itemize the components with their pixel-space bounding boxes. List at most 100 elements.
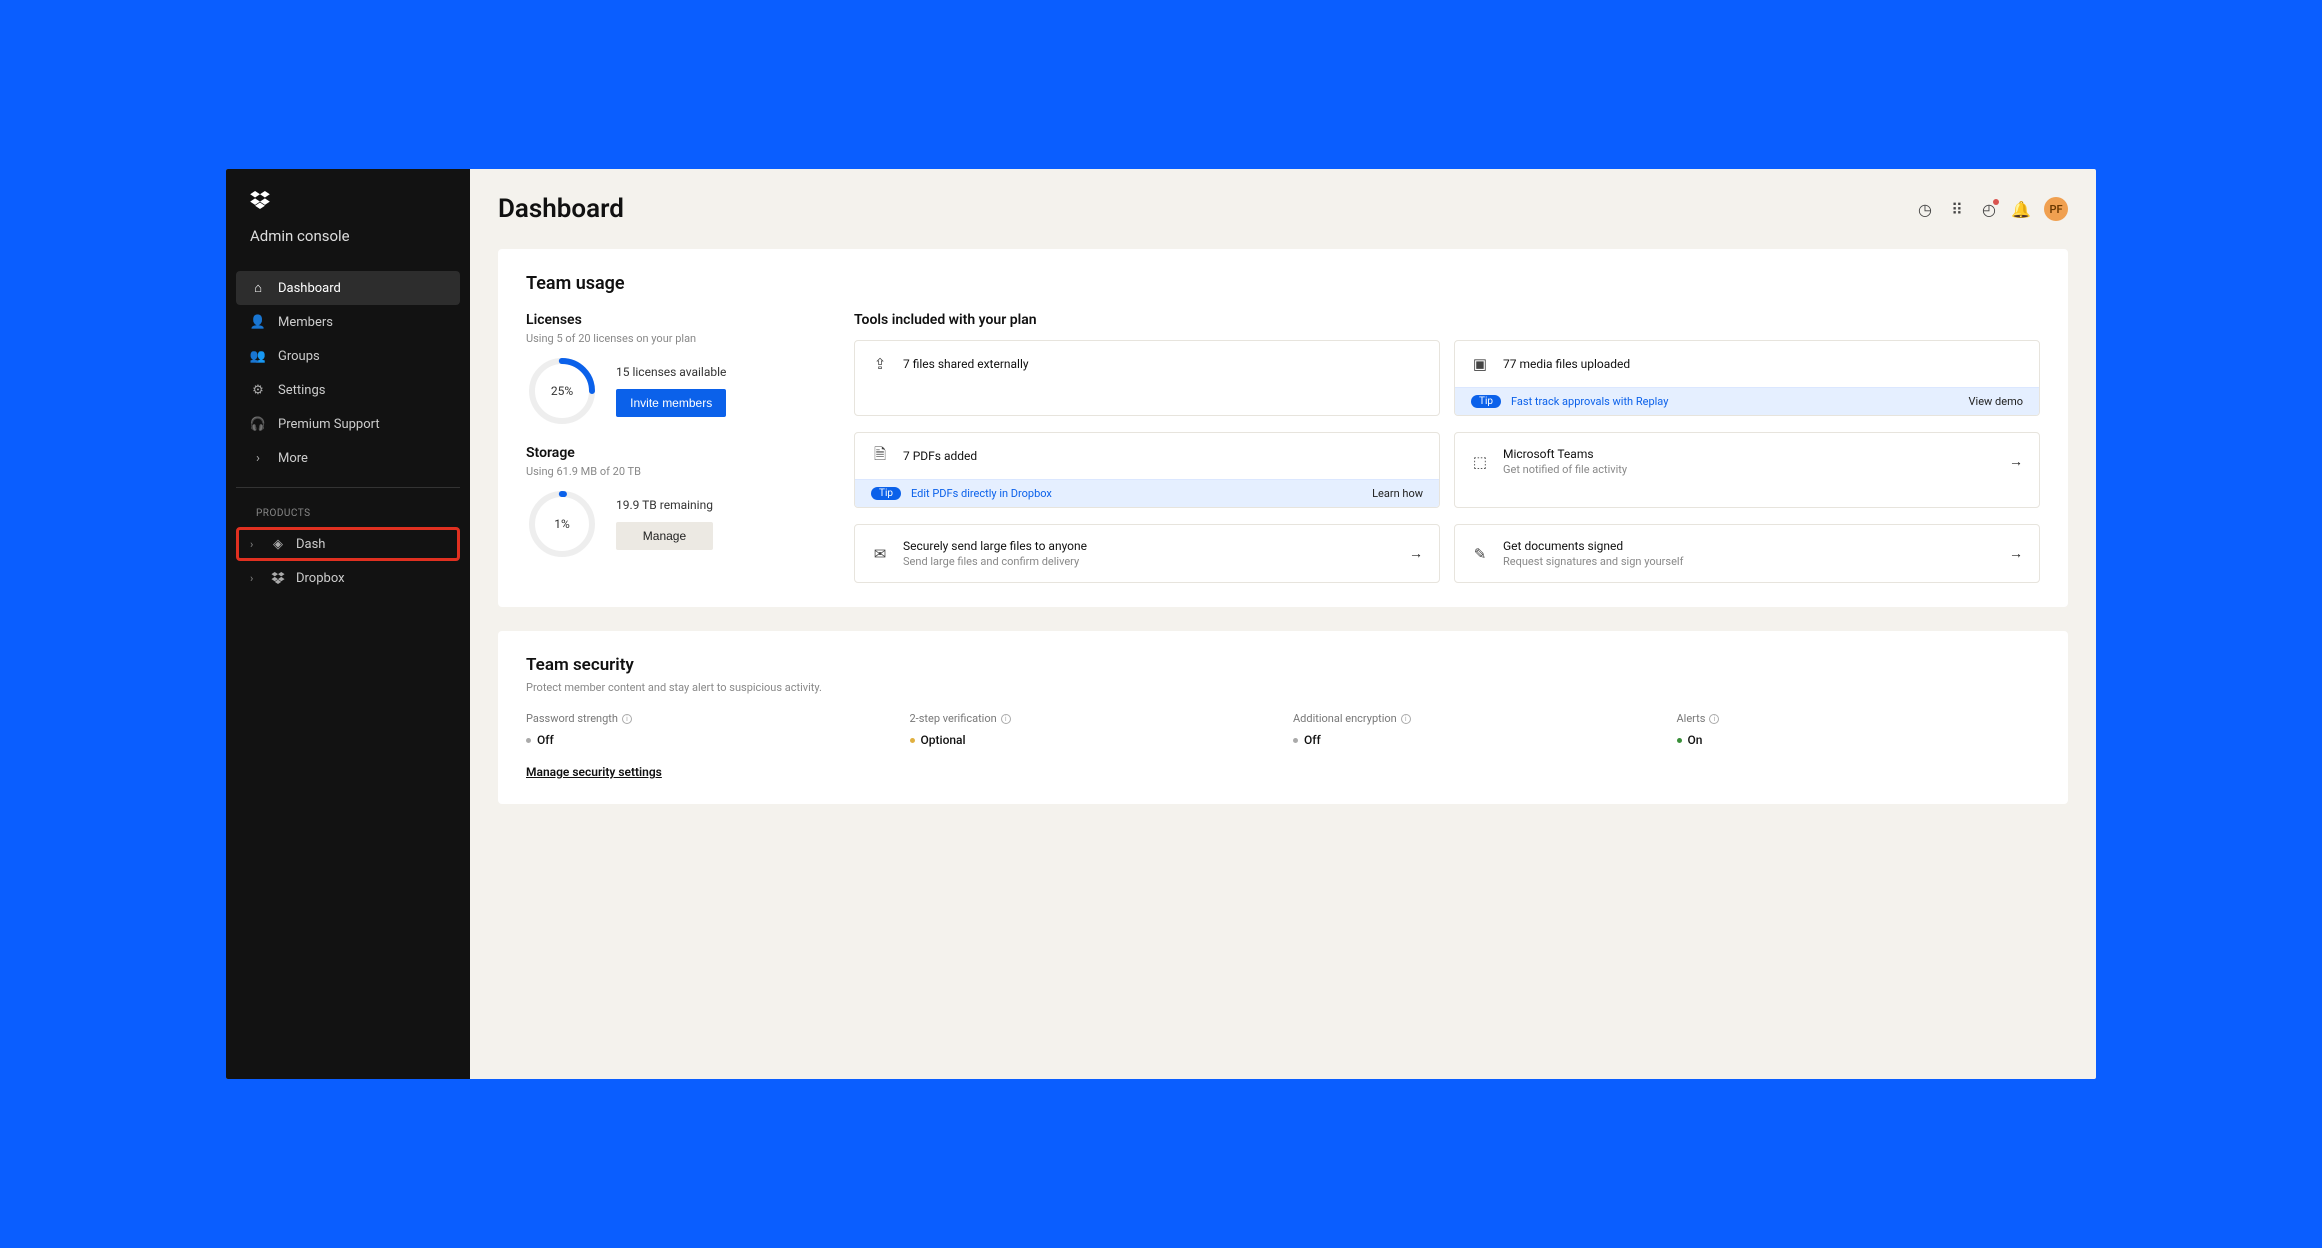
security-item-password: Password strength i Off	[526, 712, 890, 747]
licenses-block: Licenses Using 5 of 20 licenses on your …	[526, 312, 826, 427]
learn-how-link[interactable]: Learn how	[1372, 487, 1423, 500]
tool-send-large-files[interactable]: ✉ Securely send large files to anyone Se…	[854, 524, 1440, 583]
storage-subtext: Using 61.9 MB of 20 TB	[526, 465, 826, 478]
storage-heading: Storage	[526, 445, 826, 461]
tools-column: Tools included with your plan ⇪ 7 files …	[854, 312, 2040, 583]
nav-label: Members	[278, 315, 333, 330]
main-area: Dashboard ◷ ⠿ ◴ 🔔 PF Team usage Licenses	[470, 169, 2096, 1079]
usage-left-column: Licenses Using 5 of 20 licenses on your …	[526, 312, 826, 583]
view-demo-link[interactable]: View demo	[1969, 395, 2023, 408]
arrow-right-icon: →	[2009, 545, 2023, 562]
security-label: Alerts	[1677, 712, 1706, 725]
info-icon[interactable]: i	[1709, 714, 1719, 724]
status-dot-icon	[1677, 738, 1682, 743]
activity-icon[interactable]: ◴	[1980, 200, 1998, 218]
manage-security-settings-link[interactable]: Manage security settings	[526, 765, 662, 779]
apps-grid-icon[interactable]: ⠿	[1948, 200, 1966, 218]
status-dot-icon	[526, 738, 531, 743]
tool-title: Securely send large files to anyone	[903, 539, 1395, 553]
team-usage-title: Team usage	[526, 273, 2040, 294]
nav-dashboard[interactable]: ⌂ Dashboard	[236, 271, 460, 305]
nav-members[interactable]: 👤 Members	[236, 305, 460, 339]
media-icon: ▣	[1471, 355, 1489, 373]
product-dropbox[interactable]: › Dropbox	[236, 561, 460, 595]
security-label: Password strength	[526, 712, 618, 725]
help-icon[interactable]: ◷	[1916, 200, 1934, 218]
nav-settings[interactable]: ⚙ Settings	[236, 373, 460, 407]
nav-more[interactable]: › More	[236, 441, 460, 475]
licenses-subtext: Using 5 of 20 licenses on your plan	[526, 332, 826, 345]
tip-badge: Tip	[1471, 395, 1501, 408]
app-frame: Admin console ⌂ Dashboard 👤 Members 👥 Gr…	[226, 169, 2096, 1079]
security-value: Off	[537, 733, 554, 747]
status-dot-icon	[1293, 738, 1298, 743]
admin-console-title: Admin console	[236, 227, 460, 271]
tip-row: Tip Fast track approvals with Replay Vie…	[1455, 387, 2039, 415]
nav-label: More	[278, 451, 308, 466]
dropbox-logo-icon	[236, 191, 460, 227]
tip-text: Fast track approvals with Replay	[1511, 395, 1959, 408]
tip-badge: Tip	[871, 487, 901, 500]
security-item-alerts: Alertsi On	[1677, 712, 2041, 747]
storage-remaining-text: 19.9 TB remaining	[616, 498, 713, 512]
tip-row: Tip Edit PDFs directly in Dropbox Learn …	[855, 479, 1439, 507]
security-value: Optional	[921, 733, 966, 747]
share-icon: ⇪	[871, 355, 889, 373]
pdf-icon: 🗎	[871, 447, 889, 465]
group-icon: 👥	[250, 348, 266, 364]
tool-subtitle: Request signatures and sign yourself	[1503, 555, 1995, 568]
tools-heading: Tools included with your plan	[854, 312, 2040, 328]
product-label: Dash	[296, 537, 325, 552]
info-icon[interactable]: i	[1401, 714, 1411, 724]
content: Team usage Licenses Using 5 of 20 licens…	[470, 249, 2096, 832]
status-dot-icon	[910, 738, 915, 743]
nav-label: Settings	[278, 383, 325, 398]
tool-title: Get documents signed	[1503, 539, 1995, 553]
chevron-right-icon: ›	[250, 450, 266, 466]
tool-documents-signed[interactable]: ✎ Get documents signed Request signature…	[1454, 524, 2040, 583]
info-icon[interactable]: i	[622, 714, 632, 724]
signature-icon: ✎	[1471, 545, 1489, 563]
security-value: Off	[1304, 733, 1321, 747]
chevron-right-icon: ›	[250, 538, 260, 551]
sidebar: Admin console ⌂ Dashboard 👤 Members 👥 Gr…	[226, 169, 470, 1079]
product-label: Dropbox	[296, 571, 345, 586]
bell-icon[interactable]: 🔔	[2012, 200, 2030, 218]
team-security-card: Team security Protect member content and…	[498, 631, 2068, 804]
tool-title: Microsoft Teams	[1503, 447, 1995, 461]
nav-label: Dashboard	[278, 281, 341, 296]
arrow-right-icon: →	[2009, 453, 2023, 470]
tool-shared-externally[interactable]: ⇪ 7 files shared externally	[854, 340, 1440, 416]
manage-storage-button[interactable]: Manage	[616, 522, 713, 550]
dropbox-icon	[270, 570, 286, 586]
licenses-available-text: 15 licenses available	[616, 365, 726, 379]
nav-premium-support[interactable]: 🎧 Premium Support	[236, 407, 460, 441]
nav-groups[interactable]: 👥 Groups	[236, 339, 460, 373]
gear-icon: ⚙	[250, 382, 266, 398]
tool-title: 7 PDFs added	[903, 449, 1423, 463]
storage-donut-chart: 1%	[526, 488, 598, 560]
product-dash[interactable]: › ◈ Dash	[236, 527, 460, 561]
storage-block: Storage Using 61.9 MB of 20 TB 1% 19.9 T…	[526, 445, 826, 560]
transfer-icon: ✉	[871, 545, 889, 563]
tool-subtitle: Send large files and confirm delivery	[903, 555, 1395, 568]
info-icon[interactable]: i	[1001, 714, 1011, 724]
topbar: Dashboard ◷ ⠿ ◴ 🔔 PF	[470, 169, 2096, 249]
tool-media-uploaded[interactable]: ▣ 77 media files uploaded Tip Fast track…	[1454, 340, 2040, 416]
tool-pdfs-added[interactable]: 🗎 7 PDFs added Tip Edit PDFs directly in…	[854, 432, 1440, 508]
tool-microsoft-teams[interactable]: ⬚ Microsoft Teams Get notified of file a…	[1454, 432, 2040, 508]
home-icon: ⌂	[250, 280, 266, 296]
teams-icon: ⬚	[1471, 453, 1489, 471]
security-item-encryption: Additional encryption i Off	[1293, 712, 1657, 747]
tool-title: 7 files shared externally	[903, 357, 1423, 371]
security-label: Additional encryption	[1293, 712, 1397, 725]
arrow-right-icon: →	[1409, 545, 1423, 562]
invite-members-button[interactable]: Invite members	[616, 389, 726, 417]
nav-label: Premium Support	[278, 417, 380, 432]
team-security-title: Team security	[526, 655, 2040, 675]
topbar-actions: ◷ ⠿ ◴ 🔔 PF	[1916, 197, 2068, 221]
nav-label: Groups	[278, 349, 320, 364]
storage-pct-label: 1%	[526, 488, 598, 560]
tip-text: Edit PDFs directly in Dropbox	[911, 487, 1362, 500]
avatar[interactable]: PF	[2044, 197, 2068, 221]
